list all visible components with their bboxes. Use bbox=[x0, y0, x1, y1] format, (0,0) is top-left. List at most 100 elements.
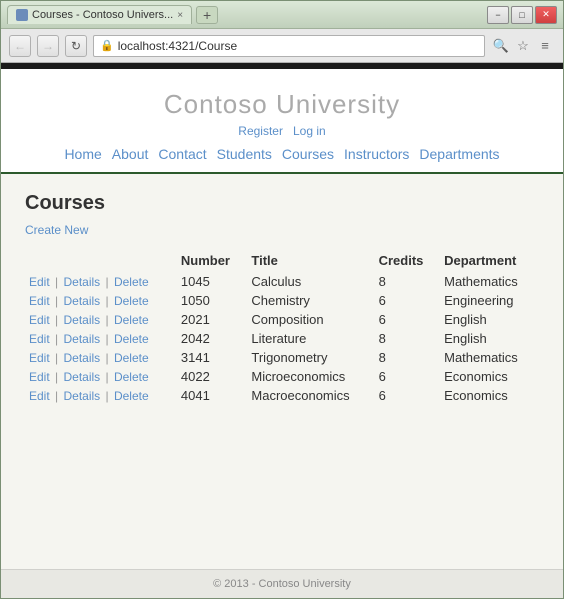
back-button[interactable]: ← bbox=[9, 35, 31, 57]
separator: | bbox=[102, 294, 112, 308]
nav-contact[interactable]: Contact bbox=[158, 146, 206, 162]
details-link[interactable]: Details bbox=[63, 389, 100, 403]
row-title: Trigonometry bbox=[247, 348, 374, 367]
row-department: English bbox=[440, 310, 539, 329]
separator: | bbox=[102, 275, 112, 289]
login-link[interactable]: Log in bbox=[293, 124, 326, 138]
auth-links: Register Log in bbox=[21, 124, 543, 138]
new-tab-button[interactable]: + bbox=[196, 6, 218, 24]
edit-link[interactable]: Edit bbox=[29, 313, 50, 327]
row-credits: 6 bbox=[375, 367, 441, 386]
url-field[interactable]: 🔒 localhost:4321/Course bbox=[93, 35, 485, 57]
nav-instructors[interactable]: Instructors bbox=[344, 146, 409, 162]
row-title: Literature bbox=[247, 329, 374, 348]
delete-link[interactable]: Delete bbox=[114, 332, 149, 346]
register-link[interactable]: Register bbox=[238, 124, 283, 138]
row-number: 2042 bbox=[177, 329, 248, 348]
courses-table: Number Title Credits Department Edit | D… bbox=[25, 251, 539, 405]
forward-button[interactable]: → bbox=[37, 35, 59, 57]
row-actions: Edit | Details | Delete bbox=[25, 348, 177, 367]
row-number: 1045 bbox=[177, 272, 248, 291]
row-department: English bbox=[440, 329, 539, 348]
nav-courses[interactable]: Courses bbox=[282, 146, 334, 162]
delete-link[interactable]: Delete bbox=[114, 313, 149, 327]
nav-home[interactable]: Home bbox=[64, 146, 101, 162]
nav-menu: Home About Contact Students Courses Inst… bbox=[21, 146, 543, 162]
url-lock-icon: 🔒 bbox=[100, 39, 114, 52]
row-credits: 8 bbox=[375, 272, 441, 291]
row-credits: 6 bbox=[375, 291, 441, 310]
row-title: Microeconomics bbox=[247, 367, 374, 386]
row-title: Chemistry bbox=[247, 291, 374, 310]
page-header: Contoso University Register Log in Home … bbox=[1, 69, 563, 172]
table-header-row: Number Title Credits Department bbox=[25, 251, 539, 272]
separator: | bbox=[102, 351, 112, 365]
edit-link[interactable]: Edit bbox=[29, 351, 50, 365]
row-department: Economics bbox=[440, 386, 539, 405]
separator: | bbox=[102, 313, 112, 327]
details-link[interactable]: Details bbox=[63, 294, 100, 308]
maximize-button[interactable]: □ bbox=[511, 6, 533, 24]
page-content: Contoso University Register Log in Home … bbox=[1, 69, 563, 598]
details-link[interactable]: Details bbox=[63, 332, 100, 346]
edit-link[interactable]: Edit bbox=[29, 389, 50, 403]
close-button[interactable]: ✕ bbox=[535, 6, 557, 24]
edit-link[interactable]: Edit bbox=[29, 370, 50, 384]
edit-link[interactable]: Edit bbox=[29, 294, 50, 308]
row-title: Calculus bbox=[247, 272, 374, 291]
row-department: Economics bbox=[440, 367, 539, 386]
row-credits: 8 bbox=[375, 329, 441, 348]
search-icon[interactable]: 🔍 bbox=[491, 36, 511, 56]
nav-students[interactable]: Students bbox=[217, 146, 272, 162]
delete-link[interactable]: Delete bbox=[114, 389, 149, 403]
delete-link[interactable]: Delete bbox=[114, 351, 149, 365]
page-body: Courses Create New Number Title Credits … bbox=[1, 174, 563, 569]
row-number: 2021 bbox=[177, 310, 248, 329]
details-link[interactable]: Details bbox=[63, 370, 100, 384]
tab-area: Courses - Contoso Univers... × + bbox=[7, 5, 481, 24]
row-actions: Edit | Details | Delete bbox=[25, 310, 177, 329]
separator: | bbox=[52, 332, 62, 346]
table-row: Edit | Details | Delete4022Microeconomic… bbox=[25, 367, 539, 386]
row-actions: Edit | Details | Delete bbox=[25, 272, 177, 291]
tab-close-icon[interactable]: × bbox=[177, 10, 183, 21]
star-icon[interactable]: ☆ bbox=[513, 36, 533, 56]
table-row: Edit | Details | Delete2042Literature8En… bbox=[25, 329, 539, 348]
create-new-link[interactable]: Create New bbox=[25, 223, 539, 237]
table-row: Edit | Details | Delete3141Trigonometry8… bbox=[25, 348, 539, 367]
row-department: Mathematics bbox=[440, 272, 539, 291]
row-title: Composition bbox=[247, 310, 374, 329]
page-title: Courses bbox=[25, 192, 539, 215]
minimize-button[interactable]: − bbox=[487, 6, 509, 24]
details-link[interactable]: Details bbox=[63, 275, 100, 289]
site-title: Contoso University bbox=[21, 89, 543, 120]
separator: | bbox=[52, 389, 62, 403]
table-row: Edit | Details | Delete1045Calculus8Math… bbox=[25, 272, 539, 291]
col-number-header: Number bbox=[177, 251, 248, 272]
url-actions: 🔍 ☆ ≡ bbox=[491, 36, 555, 56]
window-controls: − □ ✕ bbox=[487, 6, 557, 24]
tab-favicon bbox=[16, 9, 28, 21]
page-footer: © 2013 - Contoso University bbox=[1, 569, 563, 598]
edit-link[interactable]: Edit bbox=[29, 275, 50, 289]
table-row: Edit | Details | Delete2021Composition6E… bbox=[25, 310, 539, 329]
details-link[interactable]: Details bbox=[63, 351, 100, 365]
menu-icon[interactable]: ≡ bbox=[535, 36, 555, 56]
refresh-button[interactable]: ↻ bbox=[65, 35, 87, 57]
row-department: Engineering bbox=[440, 291, 539, 310]
nav-departments[interactable]: Departments bbox=[419, 146, 499, 162]
delete-link[interactable]: Delete bbox=[114, 275, 149, 289]
row-actions: Edit | Details | Delete bbox=[25, 386, 177, 405]
row-credits: 6 bbox=[375, 310, 441, 329]
delete-link[interactable]: Delete bbox=[114, 370, 149, 384]
nav-about[interactable]: About bbox=[112, 146, 149, 162]
delete-link[interactable]: Delete bbox=[114, 294, 149, 308]
details-link[interactable]: Details bbox=[63, 313, 100, 327]
table-row: Edit | Details | Delete1050Chemistry6Eng… bbox=[25, 291, 539, 310]
active-tab[interactable]: Courses - Contoso Univers... × bbox=[7, 5, 192, 24]
edit-link[interactable]: Edit bbox=[29, 332, 50, 346]
title-bar: Courses - Contoso Univers... × + − □ ✕ bbox=[1, 1, 563, 29]
row-number: 3141 bbox=[177, 348, 248, 367]
col-credits-header: Credits bbox=[375, 251, 441, 272]
separator: | bbox=[52, 294, 62, 308]
